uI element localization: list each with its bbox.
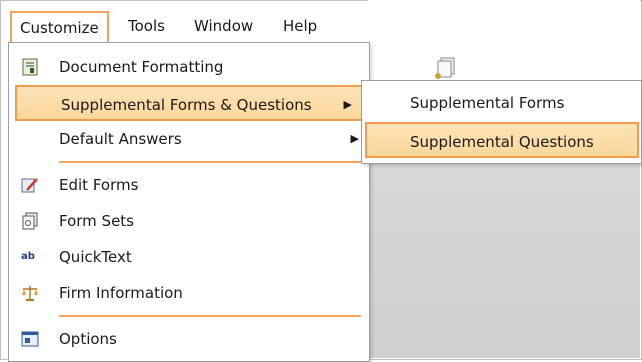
menu-separator: [59, 161, 361, 163]
menu-item-document-formatting[interactable]: Document Formatting: [9, 49, 369, 85]
quicktext-glyph: ab: [21, 251, 35, 262]
menu-customize-label: Customize: [20, 19, 99, 37]
arrow-right-icon: ▶: [350, 132, 359, 145]
menu-item-firm-information[interactable]: Firm Information: [9, 275, 369, 311]
default-answers-label: Default Answers: [59, 130, 182, 148]
scales-icon: [22, 286, 38, 301]
document-formatting-icon: [22, 58, 38, 76]
quicktext-label: QuickText: [59, 248, 132, 266]
quicktext-icon: ab: [21, 248, 39, 266]
submenu-item-supplemental-questions[interactable]: Supplemental Questions: [365, 122, 639, 158]
menu-tools-label: Tools: [128, 17, 165, 35]
edit-forms-label: Edit Forms: [59, 176, 139, 194]
menu-tools[interactable]: Tools: [120, 11, 173, 41]
workspace-area: [368, 160, 640, 358]
menu-bar: Customize Tools Window Help: [0, 0, 640, 44]
menu-help[interactable]: Help: [275, 11, 325, 41]
menu-item-default-answers[interactable]: Default Answers ▶: [9, 121, 369, 157]
menu-window-label: Window: [194, 17, 254, 35]
supplemental-submenu: Supplemental Forms Supplemental Question…: [361, 80, 642, 164]
menu-item-options[interactable]: Options: [9, 321, 369, 357]
menu-item-quicktext[interactable]: ab QuickText: [9, 239, 369, 275]
menu-help-label: Help: [283, 17, 318, 35]
menu-window[interactable]: Window: [186, 11, 261, 41]
menu-item-edit-forms[interactable]: Edit Forms: [9, 167, 369, 203]
form-sets-label: Form Sets: [59, 212, 134, 230]
document-formatting-label: Document Formatting: [59, 58, 224, 76]
menu-customize[interactable]: Customize: [10, 11, 109, 43]
submenu-item-supplemental-forms[interactable]: Supplemental Forms: [362, 85, 641, 121]
firm-information-label: Firm Information: [59, 284, 183, 302]
supplemental-label: Supplemental Forms & Questions: [61, 96, 312, 114]
supplemental-forms-label: Supplemental Forms: [410, 94, 565, 112]
document-stack-icon: [435, 57, 455, 79]
menu-item-form-sets[interactable]: Form Sets: [9, 203, 369, 239]
menu-separator: [59, 315, 361, 317]
supplemental-questions-label: Supplemental Questions: [410, 133, 594, 151]
edit-pencil-icon: [21, 178, 38, 193]
options-window-icon: [21, 331, 39, 347]
form-sets-icon: [22, 212, 38, 230]
arrow-right-icon: ▶: [343, 98, 352, 111]
menu-item-supplemental[interactable]: Supplemental Forms & Questions ▶: [15, 85, 364, 121]
options-label: Options: [59, 330, 117, 348]
customize-dropdown: Document Formatting Supplemental Forms &…: [8, 42, 370, 362]
